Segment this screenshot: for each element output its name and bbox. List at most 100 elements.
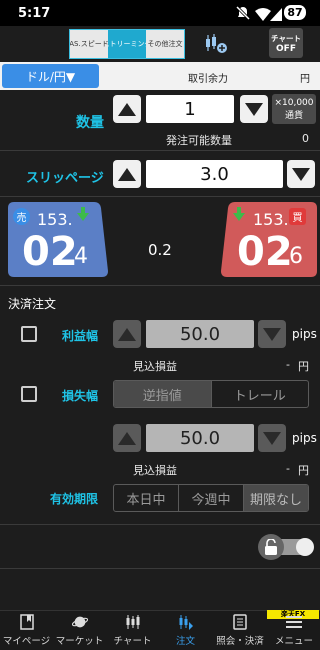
buy-rate-prefix: 153.: [253, 210, 289, 229]
nav-mypage-label: マイページ: [2, 636, 51, 647]
down-arrow-icon: [263, 327, 281, 341]
divider: [0, 196, 320, 197]
down-arrow-icon: [245, 102, 263, 116]
signal-icon: [270, 6, 282, 25]
divider: [0, 524, 320, 525]
hamburger-icon: [286, 614, 302, 630]
profit-increase-button[interactable]: [113, 320, 141, 348]
down-arrow-icon: [292, 167, 310, 181]
globe-icon: [71, 614, 88, 630]
tab-other-order[interactable]: その他注文: [146, 30, 184, 58]
quantity-input[interactable]: 1: [146, 95, 234, 123]
margin-label: 取引余力: [188, 74, 228, 85]
sell-rate-small: 4: [74, 244, 88, 269]
wifi-icon: [255, 6, 271, 25]
nav-inquiry-label: 照会・決済: [216, 636, 264, 647]
orderable-quantity-value: 0: [302, 132, 309, 145]
chart-add-icon[interactable]: [204, 33, 228, 55]
buy-rate-button[interactable]: 153. 買 02 6: [221, 202, 317, 277]
battery-badge: 87: [284, 5, 306, 20]
margin-unit: 円: [300, 74, 310, 85]
document-icon: [232, 614, 248, 630]
status-time: 5:17: [18, 6, 51, 21]
buy-rate-big: 02: [237, 229, 293, 275]
slippage-increase-button[interactable]: [113, 160, 141, 188]
slippage-label: スリッページ: [26, 171, 104, 186]
book-icon: [19, 614, 35, 630]
candlestick-icon: [125, 614, 141, 630]
up-arrow-icon: [118, 167, 136, 181]
quantity-unit-line2: 通貨: [284, 110, 303, 121]
divider: [0, 285, 320, 286]
quantity-increase-button[interactable]: [113, 95, 141, 123]
profit-checkbox[interactable]: [21, 326, 37, 342]
quantity-unit-button[interactable]: ×10,000 通貨: [272, 94, 316, 124]
profit-unit: pips: [292, 327, 317, 341]
orderable-quantity-label: 発注可能数量: [166, 134, 232, 147]
down-arrow-icon: [77, 206, 89, 225]
lock-toggle-knob: [296, 538, 314, 556]
buy-rate-small: 6: [289, 244, 303, 269]
expiry-option-this-week[interactable]: 今週中: [179, 485, 244, 511]
down-arrow-icon: [263, 431, 281, 445]
profit-input[interactable]: 50.0: [146, 320, 254, 348]
sell-rate-button[interactable]: 売 153. 02 4: [8, 202, 108, 277]
up-arrow-icon: [118, 327, 136, 341]
chart-toggle-state: OFF: [276, 43, 296, 54]
expiry-option-none[interactable]: 期限なし: [244, 485, 308, 511]
loss-mode-trail[interactable]: トレール: [212, 381, 309, 407]
lock-toggle[interactable]: [258, 534, 314, 560]
order-type-tabs: AS.スピード ストリーミング その他注文: [69, 29, 185, 59]
unlock-icon: [258, 534, 284, 560]
loss-decrease-button[interactable]: [258, 424, 286, 452]
expiry-option-today[interactable]: 本日中: [114, 485, 179, 511]
profit-decrease-button[interactable]: [258, 320, 286, 348]
settlement-title: 決済注文: [8, 297, 57, 311]
pair-select-button[interactable]: ドル/円▼: [2, 64, 99, 88]
chart-toggle-button[interactable]: チャート OFF: [269, 28, 303, 58]
loss-estimate-label: 見込損益: [133, 464, 177, 477]
slippage-input[interactable]: 3.0: [146, 160, 283, 188]
quantity-unit-line1: ×10,000: [274, 97, 314, 108]
sell-rate-prefix: 153.: [37, 210, 73, 229]
divider: [0, 150, 320, 151]
nav-menu[interactable]: メニュー: [268, 612, 320, 650]
expiry-label: 有効期限: [50, 492, 99, 506]
mute-icon: [235, 5, 251, 24]
loss-unit: pips: [292, 431, 317, 445]
nav-market-label: マーケット: [55, 636, 104, 647]
profit-estimate-label: 見込損益: [133, 360, 177, 373]
loss-estimate-unit: 円: [298, 464, 309, 477]
tab-streaming[interactable]: ストリーミング: [108, 30, 146, 58]
profit-estimate-unit: 円: [298, 360, 309, 373]
nav-chart[interactable]: チャート: [106, 612, 159, 650]
status-bar: 5:17 87: [0, 0, 320, 26]
chart-toggle-label: チャート: [271, 33, 301, 43]
sell-rate-big: 02: [22, 229, 78, 275]
slippage-decrease-button[interactable]: [287, 160, 315, 188]
nav-menu-label: メニュー: [274, 636, 313, 647]
up-arrow-icon: [118, 102, 136, 116]
loss-mode-selector: 逆指値 トレール: [113, 380, 309, 408]
nav-order-label: 注文: [175, 636, 195, 647]
down-arrow-icon: [233, 206, 245, 225]
expiry-selector: 本日中 今週中 期限なし: [113, 484, 309, 512]
nav-mypage[interactable]: マイページ: [0, 612, 53, 650]
quantity-label: 数量: [76, 115, 104, 131]
quantity-decrease-button[interactable]: [240, 95, 268, 123]
loss-checkbox[interactable]: [21, 386, 37, 402]
nav-inquiry[interactable]: 照会・決済: [212, 612, 268, 650]
nav-order[interactable]: 注文: [159, 612, 212, 650]
order-icon: [178, 614, 194, 630]
loss-input[interactable]: 50.0: [146, 424, 254, 452]
nav-market[interactable]: マーケット: [53, 612, 106, 650]
loss-increase-button[interactable]: [113, 424, 141, 452]
up-arrow-icon: [118, 431, 136, 445]
loss-mode-stop[interactable]: 逆指値: [114, 381, 212, 407]
spread-value: 0.2: [148, 241, 172, 259]
tab-as-speed[interactable]: AS.スピード: [70, 30, 108, 58]
buy-badge: 買: [289, 208, 306, 225]
loss-estimate-value: -: [286, 462, 290, 475]
profit-estimate-value: -: [286, 358, 290, 371]
loss-label: 損失幅: [62, 389, 99, 403]
